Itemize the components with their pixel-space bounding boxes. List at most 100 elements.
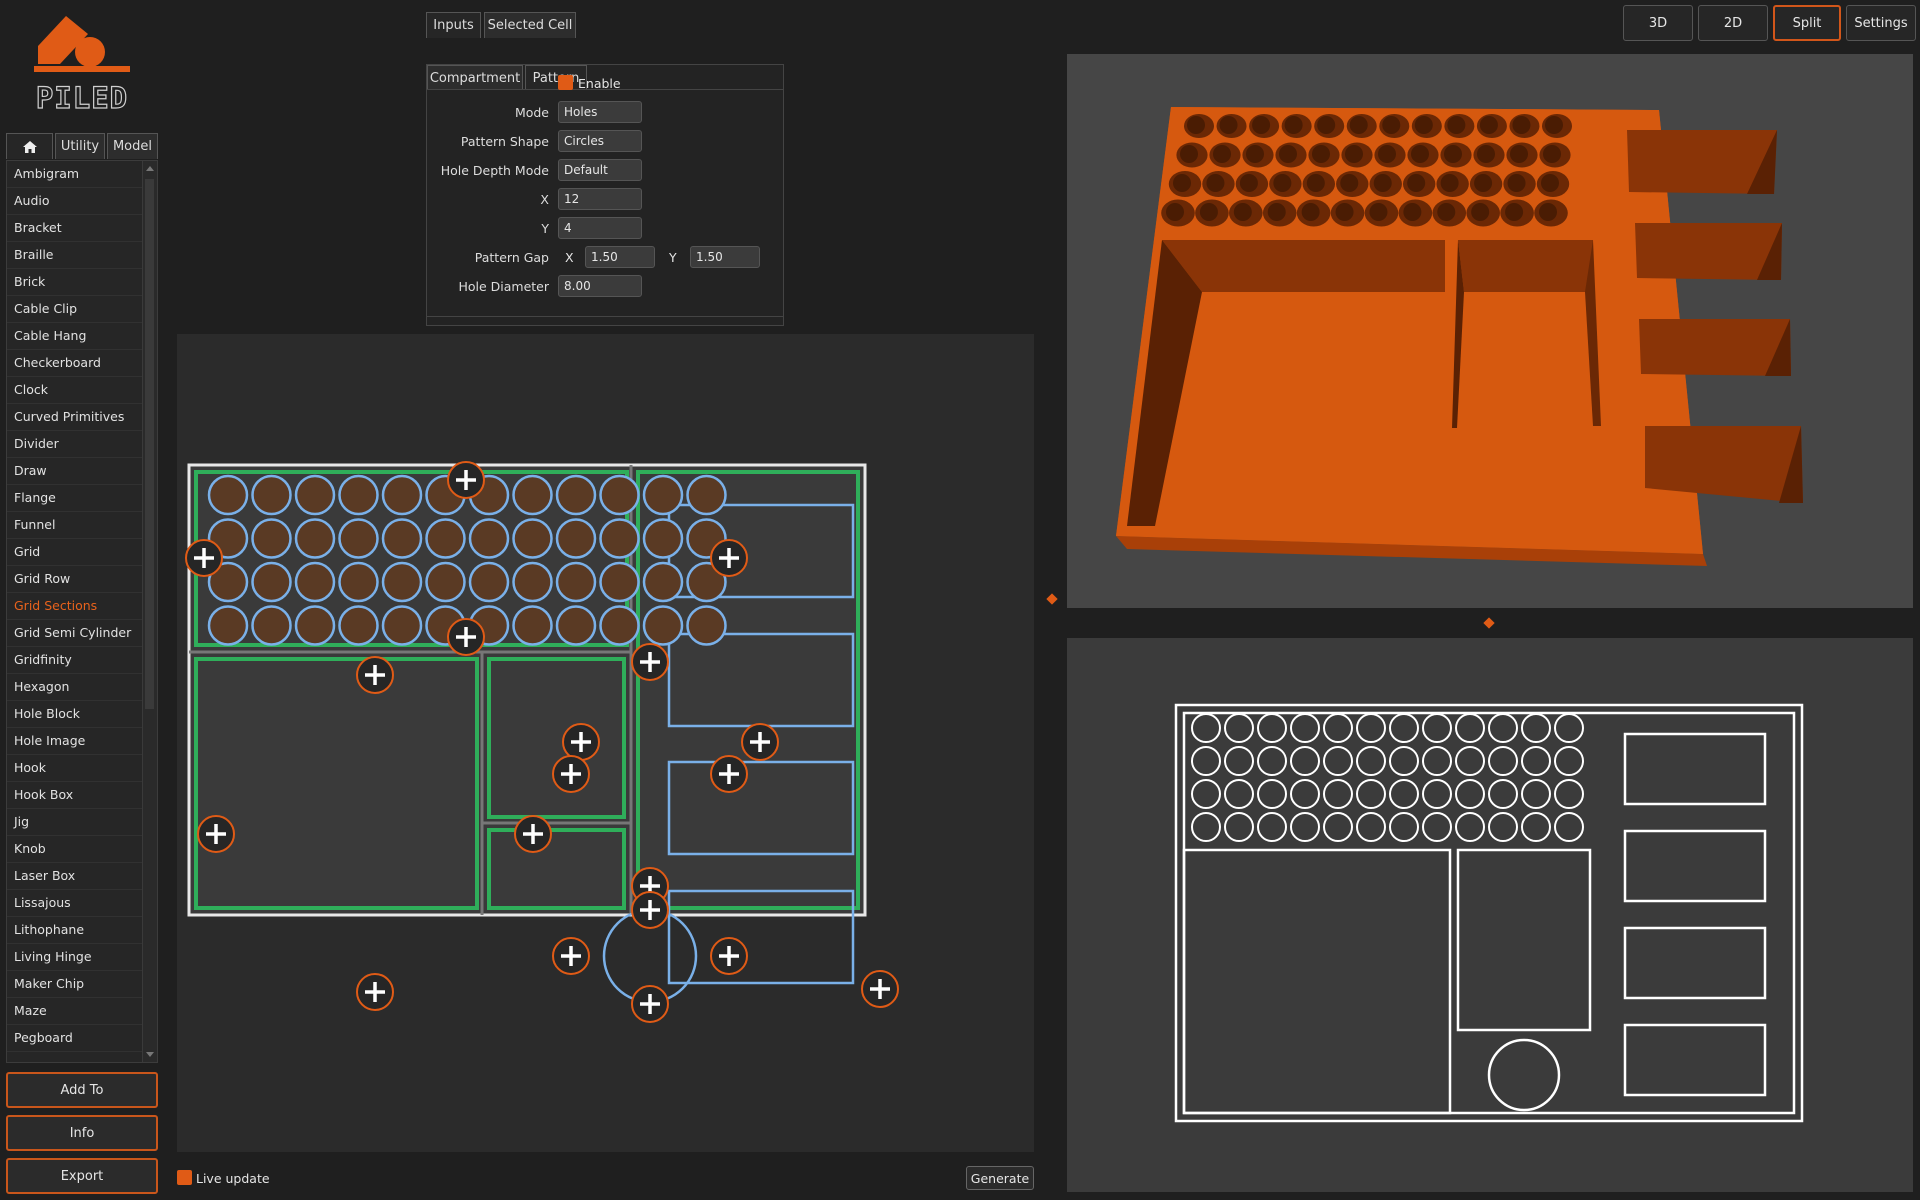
live-update-label: Live update [196,1171,270,1186]
add-cell-button[interactable] [631,891,669,929]
library-item[interactable]: Draw [7,458,142,485]
view-2d-button[interactable]: 2D [1698,5,1768,41]
y-input[interactable]: 4 [558,217,642,239]
library-item[interactable]: Hook [7,755,142,782]
add-cell-button[interactable] [552,937,590,975]
library-item[interactable]: Grid Sections [7,593,142,620]
library-item[interactable]: Lissajous [7,890,142,917]
library-item[interactable]: Curved Primitives [7,404,142,431]
library-item[interactable]: Hole Image [7,728,142,755]
library-item[interactable]: Funnel [7,512,142,539]
vertical-splitter-handle[interactable] [1483,617,1495,629]
outline-hole [1257,812,1287,842]
tab-home[interactable] [6,133,53,159]
export-button[interactable]: Export [6,1158,158,1194]
settings-button[interactable]: Settings [1846,5,1916,41]
outline-hole [1422,779,1452,809]
tab-utility[interactable]: Utility [55,133,105,159]
library-item[interactable]: Lithophane [7,917,142,944]
mode-dropdown[interactable]: Holes [558,101,642,123]
piled-logo: PILED [34,16,130,116]
scrollbar-thumb[interactable] [145,179,154,709]
scroll-down-icon[interactable] [146,1052,154,1057]
info-button[interactable]: Info [6,1115,158,1151]
add-cell-button[interactable] [356,656,394,694]
scroll-up-icon[interactable] [146,166,154,171]
add-cell-button[interactable] [631,985,669,1023]
library-item[interactable]: Grid Row [7,566,142,593]
library-item[interactable]: Pegboard [7,1025,142,1052]
subtab-compartment[interactable]: Compartment [427,65,523,90]
outline-hole [1389,713,1419,743]
library-item[interactable]: Cable Clip [7,296,142,323]
library-item[interactable]: Cable Hang [7,323,142,350]
add-cell-button[interactable] [447,461,485,499]
3d-viewport[interactable] [1067,54,1913,608]
hole-diameter-input[interactable]: 8.00 [558,275,642,297]
hole-depth-mode-dropdown[interactable]: Default [558,159,642,181]
add-cell-button[interactable] [710,755,748,793]
pattern-hole [251,561,292,603]
add-cell-button[interactable] [185,539,223,577]
pattern-hole [294,561,336,603]
x-input[interactable]: 12 [558,188,642,210]
add-cell-button[interactable] [552,755,590,793]
view-3d-button[interactable]: 3D [1623,5,1693,41]
add-cell-button[interactable] [710,937,748,975]
2d-viewport[interactable] [1067,638,1913,1192]
add-cell-button[interactable] [562,723,600,761]
library-item[interactable]: Braille [7,242,142,269]
outline-hole [1356,713,1386,743]
pattern-gap-y-input[interactable]: 1.50 [690,246,760,268]
grid-editor-drawing[interactable] [177,334,1034,1152]
add-cell-button[interactable] [861,970,899,1008]
grid-editor-canvas[interactable] [177,334,1034,1152]
live-update-checkbox[interactable] [177,1170,192,1185]
generate-button[interactable]: Generate [966,1166,1034,1190]
library-item[interactable]: Brick [7,269,142,296]
add-cell-button[interactable] [631,643,669,681]
library-item[interactable]: Hole Block [7,701,142,728]
outline-hole [1323,713,1353,743]
library-item[interactable]: Hexagon [7,674,142,701]
library-item[interactable]: Checkerboard [7,350,142,377]
add-cell-button[interactable] [741,723,779,761]
2d-outline-render[interactable] [1067,638,1913,1192]
pattern-gap-x-input[interactable]: 1.50 [585,246,655,268]
outline-hole [1323,812,1353,842]
library-item[interactable]: Grid Semi Cylinder [7,620,142,647]
library-scrollbar[interactable] [142,161,157,1062]
tab-inputs[interactable]: Inputs [426,12,481,38]
library-item[interactable]: Audio [7,188,142,215]
library-item[interactable]: Grid [7,539,142,566]
library-item[interactable]: Ambigram [7,161,142,188]
library-item[interactable]: Jig [7,809,142,836]
library-item[interactable]: Maze [7,998,142,1025]
library-list[interactable]: Ambigram Audio Bracket Braille Brick Cable Cl… [6,160,158,1063]
enable-checkbox[interactable] [558,75,573,90]
pattern-shape-dropdown[interactable]: Circles [558,130,642,152]
add-cell-button[interactable] [514,815,552,853]
outline-hole [1257,746,1287,776]
library-item[interactable]: Laser Box [7,863,142,890]
library-item[interactable]: Bracket [7,215,142,242]
library-item[interactable]: Clock [7,377,142,404]
tab-selected-cell[interactable]: Selected Cell [484,12,576,38]
view-split-button[interactable]: Split [1773,5,1841,41]
library-item[interactable]: Hook Box [7,782,142,809]
add-to-button[interactable]: Add To [6,1072,158,1108]
add-cell-button[interactable] [197,815,235,853]
tab-model[interactable]: Model [107,133,158,159]
library-item[interactable]: Maker Chip [7,971,142,998]
pattern-gap-y-label: Y [669,250,677,265]
add-cell-button[interactable] [710,539,748,577]
add-cell-button[interactable] [356,973,394,1011]
library-item[interactable]: Living Hinge [7,944,142,971]
horizontal-splitter-handle[interactable] [1046,593,1058,605]
library-item[interactable]: Knob [7,836,142,863]
library-item[interactable]: Flange [7,485,142,512]
library-item[interactable]: Divider [7,431,142,458]
library-item[interactable]: Gridfinity [7,647,142,674]
3d-model-render[interactable] [1067,54,1913,608]
add-cell-button[interactable] [447,618,485,656]
